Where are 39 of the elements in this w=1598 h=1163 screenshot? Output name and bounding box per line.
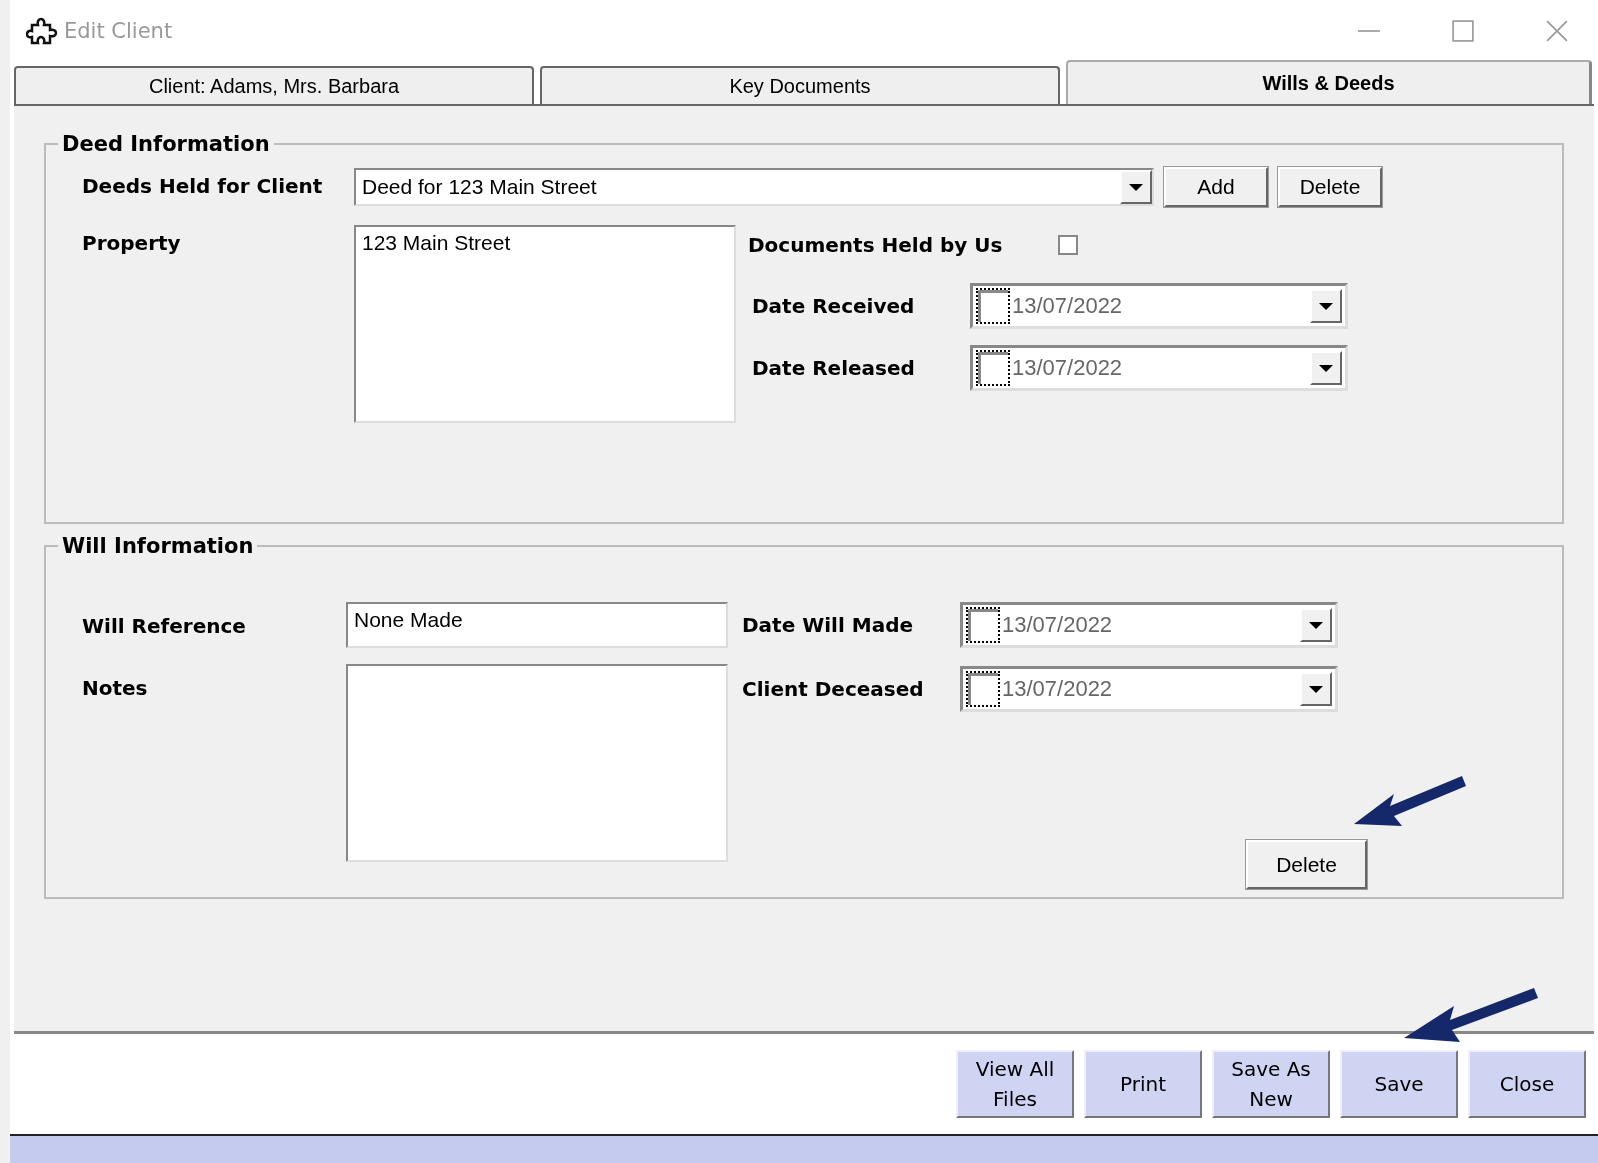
date-picker[interactable]: 13/07/2022 [970,345,1348,391]
footer-button[interactable]: View All Files [956,1050,1074,1118]
deed-dropdown[interactable]: Deed for 123 Main Street [354,168,1154,206]
field-label: Notes [82,675,149,700]
footer-button[interactable]: Close [1468,1050,1586,1118]
footer-button[interactable]: Save [1340,1050,1458,1118]
maximize-icon[interactable] [1452,20,1474,42]
checkbox[interactable] [976,350,1010,386]
delete-button[interactable]: Delete [1246,840,1367,889]
puzzle-piece-icon [26,15,58,47]
field-label: Date Will Made [742,613,915,637]
window-title: Edit Client [64,19,173,43]
field-label: Deeds Held for Client [82,173,324,198]
date-picker[interactable]: 13/07/2022 [970,283,1348,329]
date-picker[interactable]: 13/07/2022 [960,602,1338,648]
field-label: Date Received [751,294,916,318]
group-title: Will Information [61,534,255,558]
footer-button[interactable]: Print [1084,1050,1202,1118]
checkbox[interactable] [966,607,1000,643]
deed-button[interactable]: Delete [1278,167,1382,207]
field-label: Client Deceased [742,677,925,701]
tab[interactable]: Client: Adams, Mrs. Barbara [14,66,534,104]
field-label: Documents Held by Us [748,233,1004,257]
date-picker[interactable]: 13/07/2022 [960,666,1338,712]
group-title: Deed Information [61,132,271,156]
will-reference-field[interactable]: None Made [346,602,728,648]
property-field[interactable]: 123 Main Street [354,225,736,423]
field-label: Will Reference [82,613,247,638]
footer-button[interactable]: Save As New [1212,1050,1330,1118]
tab[interactable]: Wills & Deeds [1066,60,1592,104]
checkbox[interactable] [1058,235,1078,255]
field-label: Date Released [751,356,916,380]
tab[interactable]: Key Documents [540,66,1060,104]
notes-field[interactable] [346,664,728,862]
checkbox[interactable] [976,288,1010,324]
field-label: Property [82,230,182,255]
close-icon[interactable] [1546,20,1568,42]
deed-button[interactable]: Add [1164,167,1268,207]
checkbox[interactable] [966,671,1000,707]
